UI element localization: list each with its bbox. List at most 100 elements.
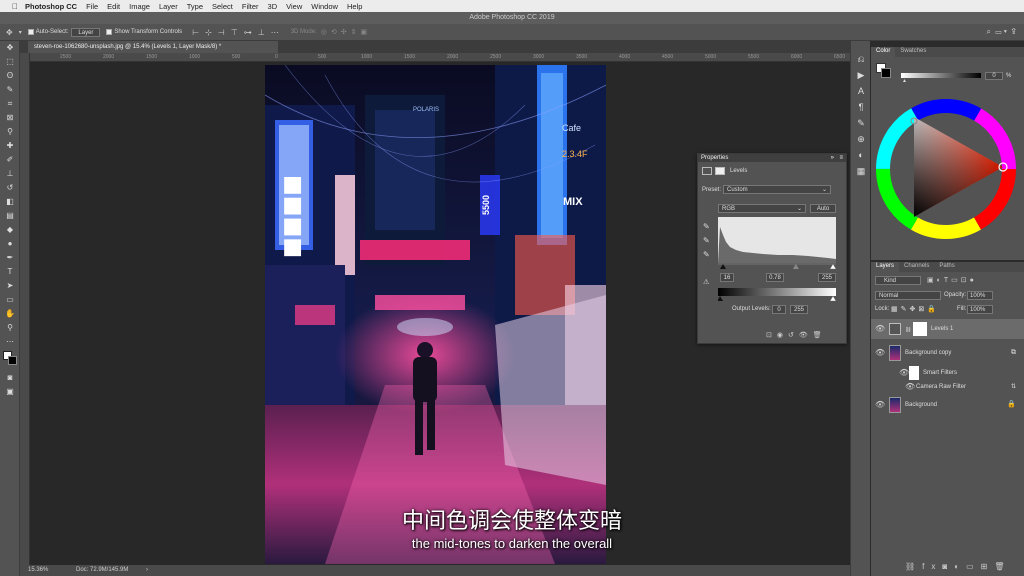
align-middle-icon[interactable]: ⊶ xyxy=(244,28,252,37)
output-black-slider[interactable] xyxy=(718,296,723,301)
slider-thumb-icon[interactable]: ▲ xyxy=(902,78,907,84)
menu-type[interactable]: Type xyxy=(187,2,203,11)
filter-options-icon[interactable]: ⇅ xyxy=(1011,383,1016,390)
properties-header[interactable]: Properties » ≡ xyxy=(698,154,846,162)
tab-swatches[interactable]: Swatches xyxy=(895,47,931,57)
tab-color[interactable]: Color xyxy=(871,47,896,57)
distribute-icon[interactable]: ⋯ xyxy=(271,28,279,37)
healing-tool-icon[interactable]: ✚ xyxy=(0,139,20,153)
add-mask-icon[interactable]: ◙ xyxy=(942,562,954,571)
3d-roll-icon[interactable]: ⟲ xyxy=(331,28,337,36)
adjustment-layer-icon[interactable]: ◐ xyxy=(954,562,966,571)
menu-image[interactable]: Image xyxy=(129,2,150,11)
gradient-tool-icon[interactable]: ▤ xyxy=(0,209,20,223)
visibility-icon[interactable]: 👁 xyxy=(799,332,813,339)
input-mid-slider[interactable] xyxy=(792,264,799,269)
brush-tool-icon[interactable]: ✐ xyxy=(0,153,20,167)
menu-view[interactable]: View xyxy=(286,2,302,11)
chain-icon[interactable]: ⛓ xyxy=(905,327,911,333)
fx-icon[interactable]: fx xyxy=(922,562,942,571)
visibility-icon[interactable]: 👁 xyxy=(875,400,885,409)
clone-source-icon[interactable]: ⊕ xyxy=(851,131,871,147)
gray-eyedropper-icon[interactable]: ✎ xyxy=(703,236,710,245)
input-white-slider[interactable] xyxy=(829,263,836,270)
input-sliders[interactable] xyxy=(718,262,836,270)
lasso-tool-icon[interactable]: ʘ xyxy=(0,69,20,83)
tab-layers[interactable]: Layers xyxy=(871,262,900,272)
document-photo[interactable]: ■■■■ POLARIS Cafe 2.3.4F MIX 5500 xyxy=(265,65,606,564)
frame-tool-icon[interactable]: ⊠ xyxy=(0,111,20,125)
show-transform-checkbox[interactable] xyxy=(106,29,113,35)
eyedropper-tool-icon[interactable]: ⚲ xyxy=(0,125,20,139)
filter-icons[interactable]: ▣◐T▭⊡● xyxy=(927,276,977,284)
tab-channels[interactable]: Channels xyxy=(899,262,934,272)
menu-select[interactable]: Select xyxy=(212,2,233,11)
menu-3d[interactable]: 3D xyxy=(268,2,278,11)
menu-file[interactable]: File xyxy=(86,2,98,11)
fill-field[interactable]: 100% xyxy=(967,305,993,314)
shape-tool-icon[interactable]: ▭ xyxy=(0,293,20,307)
color-swatches-icon[interactable] xyxy=(0,349,20,371)
menu-window[interactable]: Window xyxy=(311,2,338,11)
zoom-tool-icon[interactable]: ⚲ xyxy=(0,321,20,335)
link-layers-icon[interactable]: ⛓ xyxy=(905,562,922,571)
black-eyedropper-icon[interactable]: ✎ xyxy=(703,222,710,231)
align-center-icon[interactable]: ⊹ xyxy=(205,28,212,37)
screen-mode-icon[interactable]: ▣ xyxy=(0,385,20,399)
quick-select-tool-icon[interactable]: ✎ xyxy=(0,83,20,97)
auto-button[interactable]: Auto xyxy=(810,204,836,213)
clip-warning-icon[interactable]: ⚠ xyxy=(703,278,709,286)
input-black-field[interactable]: 16 xyxy=(720,273,734,282)
3d-orbit-icon[interactable]: ◎ xyxy=(321,28,327,36)
align-bottom-icon[interactable]: ⊥ xyxy=(258,28,265,37)
layer-mask-thumb[interactable] xyxy=(913,322,927,336)
visibility-icon[interactable]: 👁 xyxy=(899,368,909,377)
crop-tool-icon[interactable]: ⌗ xyxy=(0,97,20,111)
app-menu[interactable]: Photoshop CC xyxy=(25,2,77,11)
menu-filter[interactable]: Filter xyxy=(242,2,259,11)
layer-row-levels[interactable]: 👁 ⛓ Levels 1 xyxy=(871,319,1024,339)
3d-scale-icon[interactable]: ▣ xyxy=(360,28,367,36)
quick-mask-icon[interactable]: ◙ xyxy=(0,371,20,385)
input-mid-field[interactable]: 0.78 xyxy=(766,273,784,282)
blur-tool-icon[interactable]: ◆ xyxy=(0,223,20,237)
auto-select-checkbox[interactable] xyxy=(27,29,34,35)
opacity-field[interactable]: 100% xyxy=(967,291,993,300)
delete-icon[interactable]: 🗑 xyxy=(813,332,827,339)
adjustments-icon[interactable]: ◐ xyxy=(851,147,871,163)
kind-filter[interactable]: Kind xyxy=(875,276,921,285)
menu-layer[interactable]: Layer xyxy=(159,2,178,11)
brushes-icon[interactable]: ✎ xyxy=(851,115,871,131)
more-tools-icon[interactable]: ⋯ xyxy=(0,335,20,349)
background-swatch[interactable] xyxy=(881,68,891,78)
tool-dropdown-icon[interactable]: ▾ xyxy=(19,29,22,36)
status-arrow-icon[interactable]: › xyxy=(146,565,148,576)
channel-dropdown[interactable]: RGB ⌄ xyxy=(718,204,806,213)
apple-icon[interactable]:  xyxy=(12,2,18,11)
output-sliders[interactable] xyxy=(718,296,836,302)
mask-icon[interactable] xyxy=(715,167,725,175)
layer-row-background[interactable]: 👁 Background 🔒 xyxy=(871,395,1024,415)
visibility-icon[interactable]: 👁 xyxy=(905,382,915,391)
visibility-icon[interactable]: 👁 xyxy=(875,348,885,357)
view-previous-icon[interactable]: ◉ xyxy=(777,332,788,339)
collapse-icon[interactable]: » xyxy=(831,154,834,162)
brightness-value[interactable]: 0 xyxy=(985,72,1003,80)
history-icon[interactable]: ⎌ xyxy=(851,51,871,67)
zoom-level[interactable]: 15.36% xyxy=(28,565,48,576)
output-white-slider[interactable] xyxy=(829,296,836,302)
align-top-icon[interactable]: ⊤ xyxy=(231,28,238,37)
layer-row-background-copy[interactable]: 👁 Background copy ⧉ xyxy=(871,343,1024,363)
paragraph-icon[interactable]: ¶ xyxy=(851,99,871,115)
filter-mask-thumb[interactable] xyxy=(909,366,919,380)
hand-tool-icon[interactable]: ✋ xyxy=(0,307,20,321)
trash-icon[interactable]: 🗑 xyxy=(994,562,1011,571)
dodge-tool-icon[interactable]: ● xyxy=(0,237,20,251)
input-white-field[interactable]: 255 xyxy=(818,273,836,282)
output-white-field[interactable]: 255 xyxy=(790,305,808,314)
type-tool-icon[interactable]: T xyxy=(0,265,20,279)
align-right-icon[interactable]: ⊣ xyxy=(218,28,225,37)
clip-to-layer-icon[interactable]: ⊡ xyxy=(766,332,777,339)
stamp-tool-icon[interactable]: ⊥ xyxy=(0,167,20,181)
history-brush-tool-icon[interactable]: ↺ xyxy=(0,181,20,195)
